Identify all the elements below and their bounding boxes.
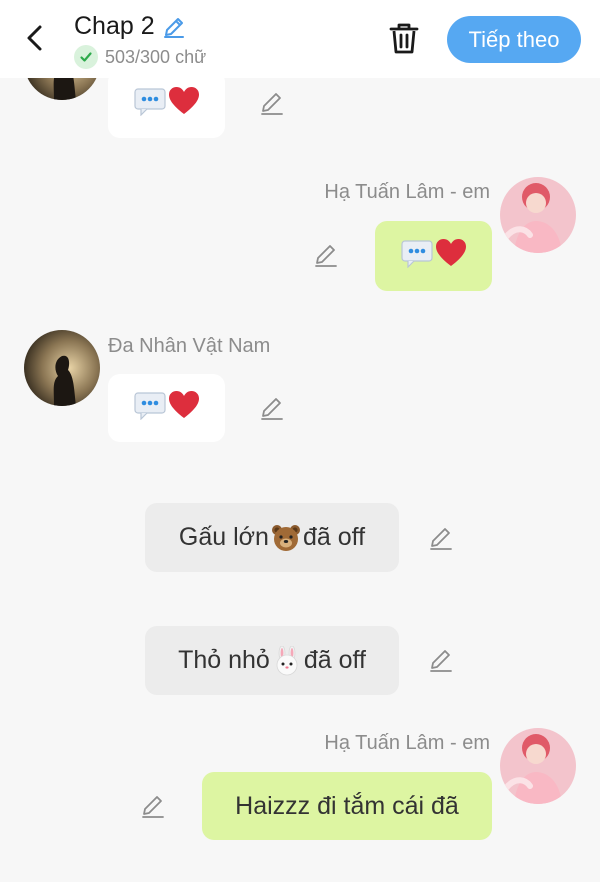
heart-icon	[168, 390, 200, 427]
heart-icon	[168, 86, 200, 123]
heart-icon	[435, 238, 467, 275]
word-count: 503/300 chữ	[105, 46, 207, 67]
message-bubble-received[interactable]	[108, 70, 225, 138]
speech-bubble-icon	[133, 86, 166, 123]
next-button[interactable]: Tiếp theo	[447, 16, 581, 63]
edit-title-pencil-icon[interactable]	[161, 14, 187, 40]
speech-bubble-icon	[400, 238, 433, 275]
avatar-male-silhouette[interactable]	[24, 330, 100, 406]
message-bubble-sent[interactable]: Haizzz đi tắm cái đã	[202, 772, 492, 840]
system-text-before: Gấu lớn	[178, 523, 269, 551]
edit-message-pencil-icon[interactable]	[258, 394, 286, 422]
message-bubble-sent[interactable]	[375, 221, 492, 291]
system-message[interactable]: Thỏ nhỏ đã off	[145, 626, 399, 695]
chapter-title: Chap 2	[74, 12, 155, 40]
chat-editor-screen: Chap 2 503/300 chữ Tiếp theo Hạ Tuấn Lâm…	[0, 0, 600, 882]
message-text: Haizzz đi tắm cái đã	[235, 791, 459, 820]
speech-bubble-icon	[133, 390, 166, 427]
rabbit-face-icon	[272, 645, 302, 676]
system-text-before: Thỏ nhỏ	[178, 646, 270, 674]
title-block: Chap 2 503/300 chữ	[74, 12, 206, 69]
back-arrow-icon[interactable]	[20, 22, 52, 54]
edit-message-pencil-icon[interactable]	[139, 792, 167, 820]
system-text-after: đã off	[303, 646, 366, 674]
system-text-after: đã off	[302, 523, 366, 551]
edit-message-pencil-icon[interactable]	[427, 524, 455, 552]
system-message[interactable]: Gấu lớn đã off	[145, 503, 399, 572]
sender-name: Hạ Tuấn Lâm - em	[324, 732, 490, 754]
bear-face-icon	[271, 523, 301, 553]
top-bar: Chap 2 503/300 chữ Tiếp theo	[0, 0, 600, 78]
sender-name: Hạ Tuấn Lâm - em	[324, 181, 490, 203]
edit-message-pencil-icon[interactable]	[258, 89, 286, 117]
trash-icon[interactable]	[386, 20, 422, 56]
sender-name: Đa Nhân Vật Nam	[108, 335, 271, 357]
message-bubble-received[interactable]	[108, 374, 225, 442]
avatar-pink-photo[interactable]	[500, 177, 576, 253]
check-icon	[74, 45, 98, 69]
edit-message-pencil-icon[interactable]	[427, 646, 455, 674]
avatar-pink-photo[interactable]	[500, 728, 576, 804]
edit-message-pencil-icon[interactable]	[312, 241, 340, 269]
